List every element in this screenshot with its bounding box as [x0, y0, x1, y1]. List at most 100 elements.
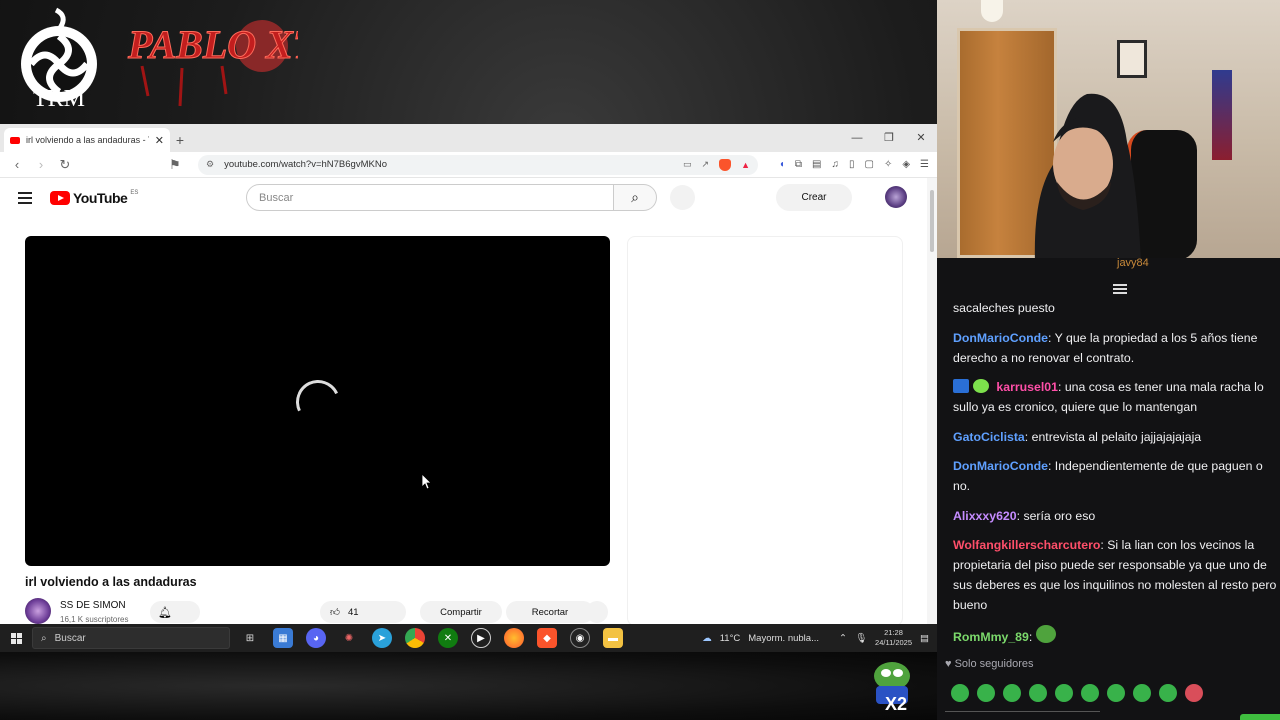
chrome-icon[interactable] — [405, 628, 425, 648]
emote-icon[interactable] — [951, 684, 969, 702]
store-icon[interactable]: ▦ — [273, 628, 293, 648]
bell-icon: 🔔︎ — [158, 606, 172, 619]
extensions-icon[interactable]: ⧉ — [795, 159, 802, 170]
maximize-icon[interactable]: ❐ — [873, 124, 905, 152]
like-button[interactable]: 👍︎ 41 — [320, 601, 406, 623]
emote-icon[interactable] — [1055, 684, 1073, 702]
brave-shield-icon[interactable] — [719, 158, 732, 171]
trm-logo-text: TRM — [33, 86, 85, 112]
youtube-logo[interactable]: YouTube ES — [50, 190, 138, 206]
xbox-icon[interactable]: ✕ — [438, 628, 458, 648]
chat-send-button[interactable] — [1240, 714, 1280, 720]
brave-rewards-icon[interactable]: ▲ — [741, 160, 750, 170]
wall-flag — [1212, 70, 1232, 160]
tab-close-icon[interactable]: ✕ — [155, 134, 164, 147]
video-title: irl volviendo a las andaduras — [25, 575, 197, 589]
chat-username[interactable]: karrusel01 — [996, 380, 1058, 394]
weather-desc[interactable]: Mayorm. nubla... — [748, 633, 819, 644]
chat-message: karrusel01: una cosa es tener una mala r… — [953, 379, 1264, 414]
chat-username[interactable]: DonMarioConde — [953, 331, 1048, 345]
followers-only-notice: ♥ Solo seguidores — [945, 658, 1033, 670]
chat-username[interactable]: GatoCiclista — [953, 430, 1025, 444]
obs-icon[interactable]: ◉ — [570, 628, 590, 648]
minimize-icon[interactable]: — — [841, 124, 873, 152]
forward-icon[interactable]: › — [32, 157, 50, 172]
tray-chevron-icon[interactable]: ⌃ — [839, 633, 847, 644]
file-explorer-icon[interactable]: ▬ — [603, 628, 623, 648]
speedreader-icon[interactable]: ◖ — [779, 159, 785, 170]
voice-search-button[interactable] — [670, 185, 695, 210]
firefox-icon[interactable] — [504, 628, 524, 648]
taskbar-search-label: Buscar — [54, 632, 86, 644]
chat-message: DonMarioConde: Y que la propiedad a los … — [953, 330, 1258, 365]
create-button[interactable]: Crear — [776, 184, 852, 211]
chat-username[interactable]: DonMarioConde — [953, 459, 1048, 473]
chat-input[interactable] — [945, 711, 1100, 715]
davinci-icon[interactable]: ✺ — [339, 628, 359, 648]
windows-taskbar: ⌕ Buscar ⊞ ▦ ◕ ✺ ➤ ✕ ▶ ◆ ◉ ▬ ☁ 11°C Mayo… — [0, 624, 937, 652]
chat-username[interactable]: RomMmy_89 — [953, 630, 1029, 644]
telegram-icon[interactable]: ➤ — [372, 628, 392, 648]
youtube-logo-text: YouTube — [73, 190, 128, 206]
tab-title: irl volviendo a las andaduras - Yo — [26, 135, 149, 145]
sidebar-icon[interactable]: ▯ — [849, 159, 855, 170]
emote-icon[interactable] — [1107, 684, 1125, 702]
region-code: ES — [130, 190, 139, 196]
notifications-icon[interactable]: ▤ — [920, 633, 929, 644]
emote-icon[interactable] — [977, 684, 995, 702]
emote-icon[interactable] — [1133, 684, 1151, 702]
close-window-icon[interactable]: ✕ — [905, 124, 937, 152]
tab-youtube[interactable]: irl volviendo a las andaduras - Yo ✕ — [4, 128, 170, 152]
emote-icon[interactable] — [1185, 684, 1203, 702]
media-icon[interactable]: ♫ — [831, 159, 839, 170]
weather-icon[interactable]: ☁ — [702, 633, 712, 644]
address-bar[interactable]: ⚙ youtube.com/watch?v=hN7B6gvMKNo ▭ ↗ ▲ — [198, 154, 758, 175]
menu-hamburger-icon[interactable] — [18, 192, 32, 204]
vpn-icon[interactable]: ◈ — [902, 159, 910, 170]
taskbar-search[interactable]: ⌕ Buscar — [32, 627, 230, 649]
discord-icon[interactable]: ◕ — [306, 628, 326, 648]
leo-icon[interactable]: ✧ — [884, 159, 892, 170]
search-icon: ⌕ — [41, 632, 47, 644]
search-button[interactable]: ⌕ — [613, 184, 657, 211]
back-icon[interactable]: ‹ — [8, 157, 26, 172]
notifications-bell-button[interactable]: 🔔︎ — [150, 601, 200, 623]
task-view-icon[interactable]: ⊞ — [240, 628, 260, 648]
reading-list-icon[interactable]: ▤ — [812, 159, 821, 170]
trm-logo: TRM — [21, 7, 97, 112]
brave-icon[interactable]: ◆ — [537, 628, 557, 648]
share-icon[interactable]: ↗ — [702, 159, 710, 170]
site-info-icon[interactable]: ⚙ — [206, 159, 214, 170]
cast-icon[interactable]: ▭ — [683, 159, 692, 170]
like-count: 41 — [347, 606, 359, 618]
new-tab-button[interactable]: + — [170, 128, 190, 152]
emote-icon[interactable] — [1159, 684, 1177, 702]
emote-badge-text: X2 — [885, 694, 907, 712]
page-scrollbar[interactable] — [927, 178, 937, 624]
clip-button[interactable]: Recortar — [506, 601, 594, 623]
channel-name[interactable]: SS DE SIMON — [60, 600, 126, 611]
emote-icon[interactable] — [1029, 684, 1047, 702]
emote-icon[interactable] — [1081, 684, 1099, 702]
chat-message-text: sería oro eso — [1023, 508, 1096, 523]
media-player-icon[interactable]: ▶ — [471, 628, 491, 648]
menu-icon[interactable]: ☰ — [920, 159, 929, 170]
clock[interactable]: 21:28 24/11/2025 — [875, 628, 912, 648]
start-button[interactable] — [0, 624, 32, 652]
wallet-icon[interactable]: ▢ — [864, 159, 873, 170]
emote-icon[interactable] — [1003, 684, 1021, 702]
tab-strip: irl volviendo a las andaduras - Yo ✕ + —… — [0, 124, 937, 152]
weather-temp[interactable]: 11°C — [720, 633, 741, 644]
more-actions-button[interactable] — [586, 601, 608, 623]
chat-username[interactable]: Alixxxy620 — [953, 509, 1017, 523]
user-avatar[interactable] — [885, 186, 907, 208]
reload-icon[interactable]: ↻ — [56, 157, 74, 173]
search-input[interactable]: Buscar — [246, 184, 614, 211]
chat-username[interactable]: Wolfangkillerscharcutero — [953, 538, 1100, 552]
chat-scroll-indicator-icon[interactable] — [1113, 284, 1127, 296]
video-player[interactable] — [25, 236, 610, 566]
share-button[interactable]: Compartir — [420, 601, 502, 623]
microphone-icon[interactable]: 🎙︎ — [855, 633, 867, 644]
bookmark-icon[interactable]: ⚑ — [166, 157, 184, 173]
channel-avatar[interactable] — [25, 598, 51, 624]
